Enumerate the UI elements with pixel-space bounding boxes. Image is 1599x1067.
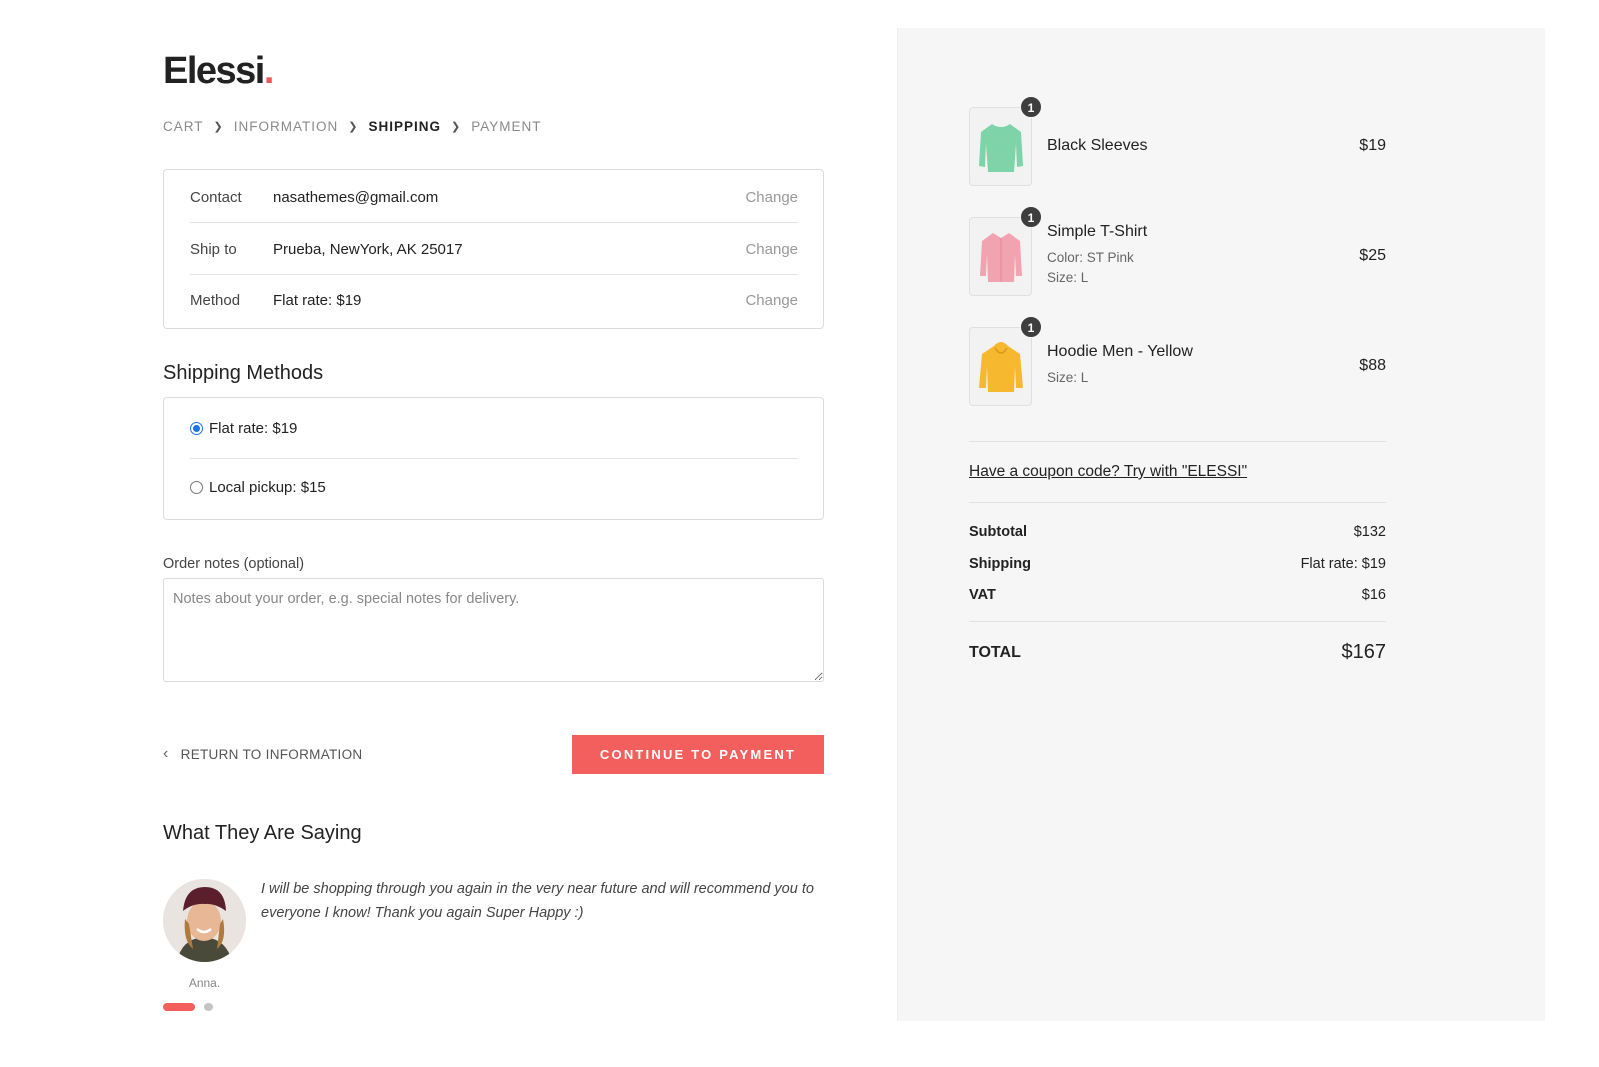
- change-method-link[interactable]: Change: [745, 292, 798, 309]
- shipping-option-local-pickup[interactable]: Local pickup: $15: [190, 460, 798, 515]
- testimonials-title: What They Are Saying: [163, 822, 362, 844]
- brand-dot: .: [263, 50, 275, 92]
- product-thumbnail: [969, 217, 1032, 296]
- return-label: RETURN TO INFORMATION: [180, 746, 363, 762]
- brand-name: Elessi: [163, 50, 265, 92]
- shipping-value: Flat rate: $19: [1300, 556, 1386, 572]
- local-pickup-label: Local pickup: $15: [209, 479, 326, 496]
- shipping-option-flat-rate[interactable]: Flat rate: $19: [190, 398, 798, 459]
- pink-shirt-icon: [980, 233, 1022, 282]
- breadcrumb-shipping: SHIPPING: [368, 119, 441, 134]
- subtotal-row: Subtotal $132: [969, 524, 1386, 540]
- testimonial-quote: I will be shopping through you again in …: [261, 881, 814, 921]
- vat-label: VAT: [969, 587, 996, 603]
- cart-item: 1 Black Sleeves $19: [969, 96, 1386, 187]
- yellow-hoodie-icon: [979, 342, 1023, 392]
- item-price: $19: [1359, 137, 1386, 154]
- return-to-information-link[interactable]: ‹ RETURN TO INFORMATION: [163, 745, 362, 763]
- change-contact-link[interactable]: Change: [745, 189, 798, 206]
- brand-logo[interactable]: Elessi.: [163, 50, 275, 93]
- continue-to-payment-button[interactable]: CONTINUE TO PAYMENT: [572, 735, 824, 774]
- item-name: Black Sleeves: [1047, 137, 1148, 154]
- method-label: Method: [190, 292, 241, 309]
- quantity-badge: 1: [1020, 206, 1042, 228]
- radio-flat-rate[interactable]: [190, 421, 203, 435]
- vat-value: $16: [1361, 587, 1386, 603]
- contact-label: Contact: [190, 188, 242, 206]
- chevron-left-icon: ‹: [163, 745, 169, 762]
- item-price: $88: [1359, 357, 1386, 374]
- chevron-right-icon: ❯: [450, 121, 462, 133]
- chevron-right-icon: ❯: [213, 121, 224, 133]
- review-row-contact: Contact nasathemes@gmail.com Change: [190, 172, 798, 223]
- subtotal-label: Subtotal: [969, 524, 1027, 540]
- person-avatar-icon: [163, 879, 246, 962]
- green-sweater-icon: [979, 124, 1023, 172]
- ship-to-value: Prueba, NewYork, AK 25017: [273, 240, 463, 258]
- cart-item: 1 Hoodie Men - Yellow Size: L $88: [969, 316, 1386, 407]
- change-ship-to-link[interactable]: Change: [745, 241, 798, 258]
- shipping-row: Shipping Flat rate: $19: [969, 556, 1386, 572]
- divider: [969, 502, 1386, 503]
- radio-local-pickup[interactable]: [190, 481, 203, 494]
- total-value: $167: [1341, 641, 1387, 663]
- vat-row: VAT $16: [969, 587, 1386, 603]
- shipping-methods-title: Shipping Methods: [163, 362, 324, 384]
- testimonial-avatar: [163, 879, 246, 962]
- item-price: $25: [1359, 247, 1386, 264]
- order-notes-label: Order notes (optional): [163, 556, 305, 572]
- coupon-link[interactable]: Have a coupon code? Try with "ELESSI": [969, 463, 1247, 481]
- shipping-label: Shipping: [969, 556, 1032, 572]
- item-size: Size: L: [1047, 370, 1089, 385]
- flat-rate-label: Flat rate: $19: [209, 419, 298, 437]
- item-name: Hoodie Men - Yellow: [1047, 343, 1193, 360]
- shipping-methods-box: Flat rate: $19 Local pickup: $15: [163, 397, 824, 520]
- item-size: Size: L: [1047, 270, 1089, 285]
- carousel-dot[interactable]: [204, 1003, 213, 1011]
- contact-value: nasathemes@gmail.com: [273, 188, 439, 206]
- method-value: Flat rate: $19: [273, 292, 362, 309]
- item-name: Simple T-Shirt: [1047, 223, 1148, 240]
- order-notes-textarea[interactable]: [163, 578, 824, 682]
- item-color: Color: ST Pink: [1047, 250, 1134, 265]
- breadcrumb: CART ❯ INFORMATION ❯ SHIPPING ❯ PAYMENT: [163, 119, 541, 134]
- product-thumbnail: [969, 327, 1032, 406]
- review-box: Contact nasathemes@gmail.com Change Ship…: [163, 169, 824, 329]
- review-row-method: Method Flat rate: $19 Change: [190, 275, 798, 326]
- quantity-badge: 1: [1020, 316, 1042, 338]
- cart-item: 1 Simple T-Shirt Color: ST Pink Size: L …: [969, 206, 1386, 297]
- divider: [969, 621, 1386, 622]
- review-row-ship-to: Ship to Prueba, NewYork, AK 25017 Change: [190, 224, 798, 275]
- breadcrumb-cart[interactable]: CART: [163, 119, 204, 134]
- chevron-right-icon: ❯: [348, 121, 359, 133]
- subtotal-value: $132: [1353, 524, 1386, 540]
- carousel-dot-active[interactable]: [163, 1003, 195, 1011]
- breadcrumb-information[interactable]: INFORMATION: [234, 119, 339, 134]
- product-thumbnail: [969, 107, 1032, 186]
- total-label: TOTAL: [969, 643, 1021, 661]
- breadcrumb-payment: PAYMENT: [471, 119, 542, 134]
- divider: [969, 441, 1386, 442]
- ship-to-label: Ship to: [190, 240, 237, 258]
- total-row: TOTAL $167: [969, 641, 1386, 664]
- testimonial-author: Anna.: [188, 976, 221, 990]
- quantity-badge: 1: [1020, 96, 1042, 118]
